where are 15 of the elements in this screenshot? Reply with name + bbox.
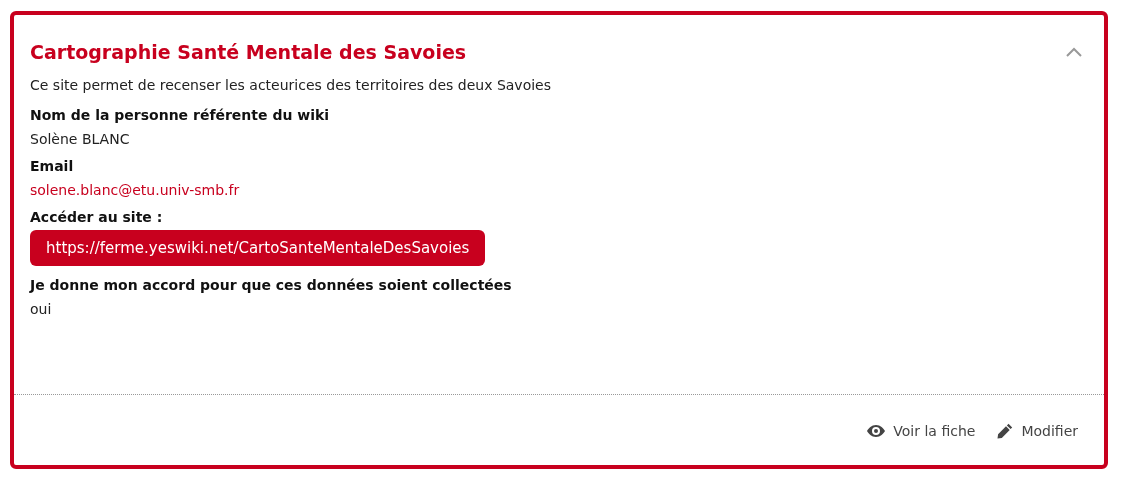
field-value: oui [30, 301, 52, 317]
card-title: Cartographie Santé Mentale des Savoies [30, 41, 467, 63]
description: Ce site permet de recenser les acteurices des territoires des deux Savoies [30, 77, 552, 93]
eye-icon [867, 425, 886, 437]
chevron-icon[interactable] [1066, 47, 1082, 57]
action-link[interactable]: Voir la fiche [893, 423, 976, 439]
field-label: Accéder au site : [30, 209, 163, 225]
action-link[interactable]: Modifier [1021, 423, 1078, 439]
site-link-button[interactable]: https://ferme.yeswiki.net/CartoSanteMentaleDesSavoies [30, 230, 486, 266]
field-label: Je donne mon accord pour que ces données soient collectées [30, 277, 512, 293]
field-value: Solène BLANC [30, 131, 130, 147]
field-label: Nom de la personne référente du wiki [30, 107, 330, 123]
email-link[interactable]: solene.blanc@etu.univ-smb.fr [30, 182, 240, 198]
field-label: Email [30, 158, 74, 174]
pencil-icon [997, 423, 1014, 439]
